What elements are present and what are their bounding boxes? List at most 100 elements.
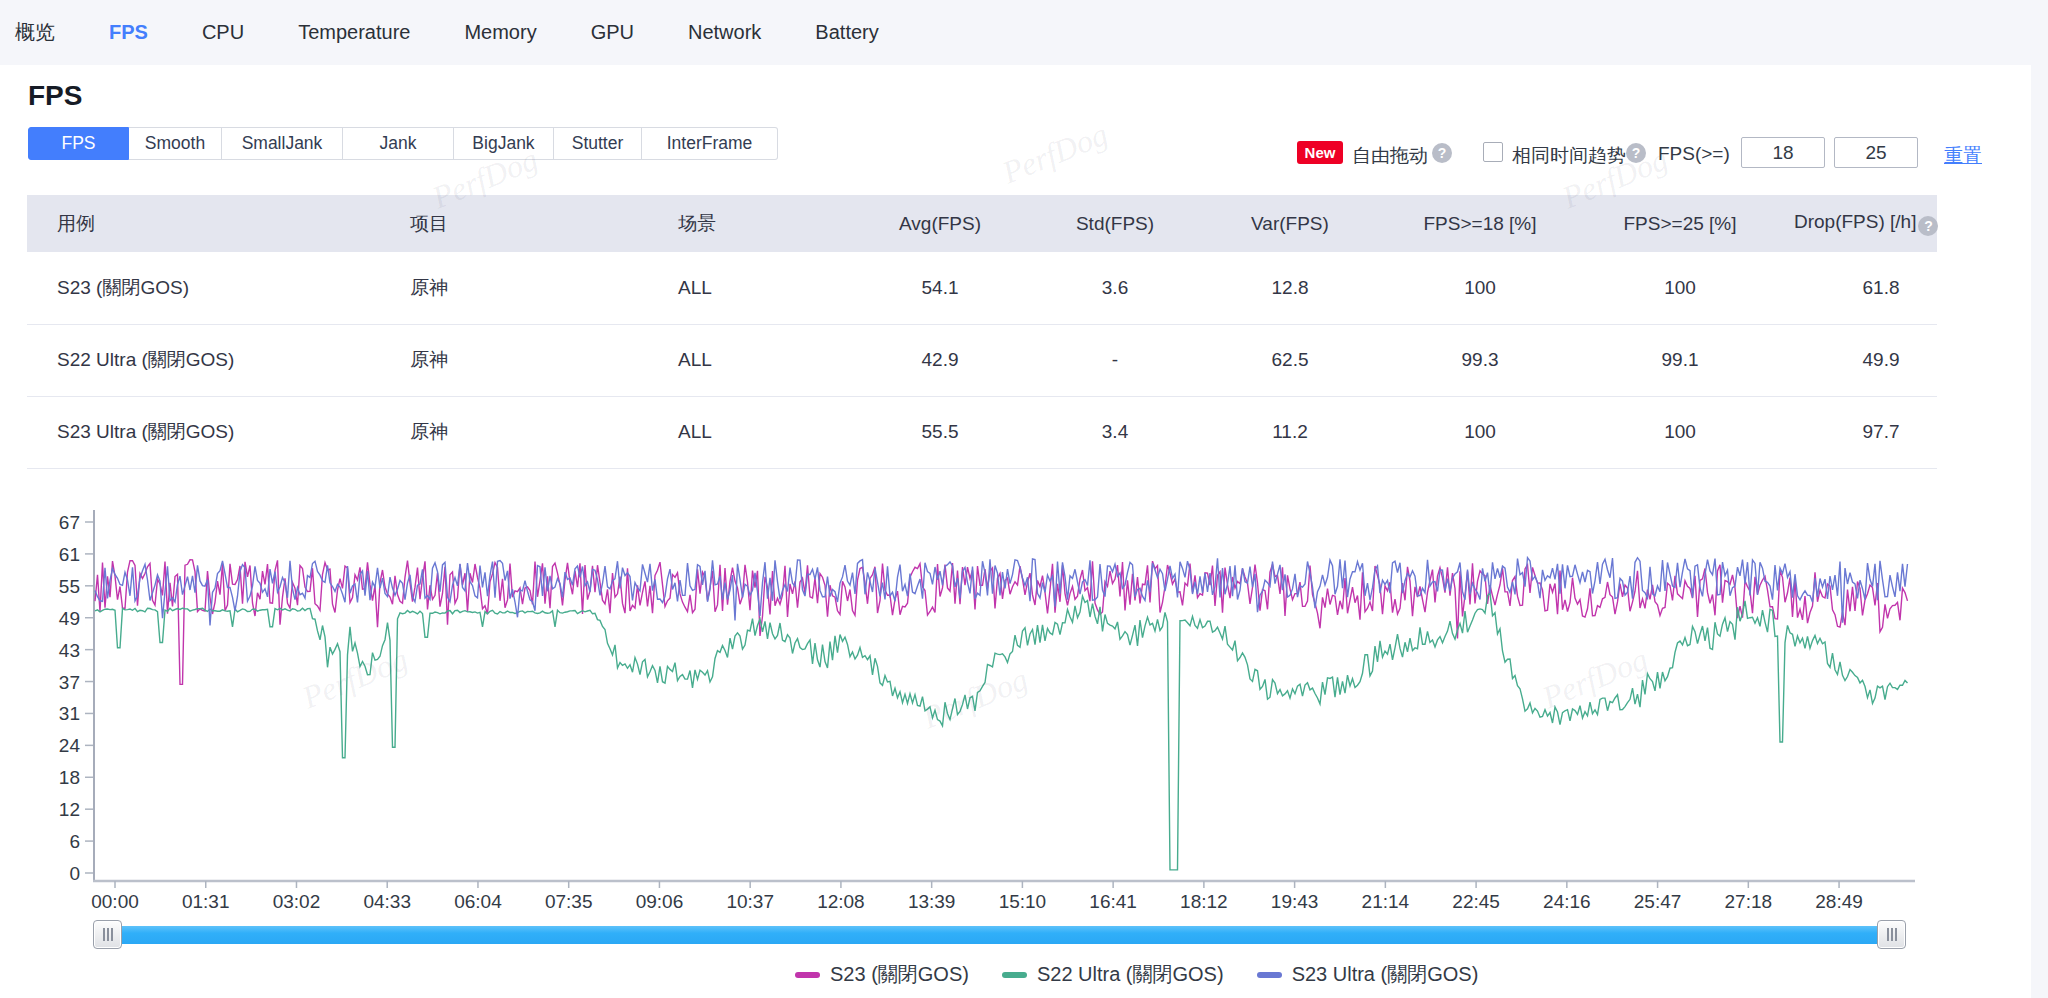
legend-item-2[interactable]: S23 Ultra (關閉GOS): [1257, 961, 1479, 988]
nav-item-overview-0[interactable]: 概览: [15, 19, 55, 46]
table-row-2: S23 Ultra (關閉GOS)原神ALL55.53.411.21001009…: [27, 396, 1937, 468]
fps-line-chart: 676155494337312418126000:0001:3103:0204:…: [0, 500, 1950, 920]
cell-r2-c6: 100: [1380, 396, 1580, 468]
cell-r2-c4: 3.4: [1030, 396, 1200, 468]
cell-r1-c6: 99.3: [1380, 324, 1580, 396]
y-tick-37: 37: [59, 672, 80, 693]
fps-threshold-label: FPS(>=): [1658, 143, 1730, 165]
cell-r0-c6: 100: [1380, 252, 1580, 324]
tab-stutter[interactable]: Stutter: [554, 127, 642, 160]
cell-r1-c2: ALL: [650, 324, 850, 396]
x-tick-1: 01:31: [182, 891, 230, 912]
series-line-1: [95, 593, 1908, 870]
same-time-trend-checkbox[interactable]: [1483, 142, 1503, 162]
reset-link[interactable]: 重置: [1944, 143, 1982, 169]
tab-smooth[interactable]: Smooth: [129, 127, 222, 160]
nav-item-fps[interactable]: FPS: [109, 21, 148, 44]
x-tick-6: 09:06: [636, 891, 684, 912]
nav-item-cpu[interactable]: CPU: [202, 21, 244, 44]
col-header-6: FPS>=18 [%]: [1380, 195, 1580, 252]
x-tick-19: 28:49: [1815, 891, 1863, 912]
x-tick-5: 07:35: [545, 891, 593, 912]
cell-r1-c1: 原神: [390, 324, 650, 396]
x-tick-17: 25:47: [1634, 891, 1682, 912]
same-time-trend-label: 相同时间趋势: [1512, 143, 1626, 169]
tab-jank[interactable]: Jank: [343, 127, 454, 160]
top-nav: 概览 FPS CPU Temperature Memory GPU Network Batte…: [0, 0, 2048, 65]
cell-r2-c0: S23 Ultra (關閉GOS): [27, 396, 390, 468]
chart-legend: S23 (關閉GOS) S22 Ultra (關閉GOS) S23 Ultra (關…: [795, 961, 1511, 988]
fps-low-input[interactable]: [1741, 137, 1825, 168]
cell-r1-c3: 42.9: [850, 324, 1030, 396]
legend-label-2: S23 Ultra (關閉GOS): [1292, 961, 1479, 988]
y-tick-43: 43: [59, 640, 80, 661]
col-header-4: Std(FPS): [1030, 195, 1200, 252]
tab-fps[interactable]: FPS: [28, 127, 129, 160]
x-tick-11: 16:41: [1089, 891, 1137, 912]
legend-swatch-2: [1257, 972, 1282, 978]
fps-high-input[interactable]: [1834, 137, 1918, 168]
x-tick-18: 27:18: [1725, 891, 1773, 912]
range-slider-left-handle[interactable]: [93, 920, 122, 949]
y-tick-49: 49: [59, 608, 80, 629]
page: 概览 FPS CPU Temperature Memory GPU Network Batte…: [0, 0, 2048, 998]
x-tick-9: 13:39: [908, 891, 956, 912]
tab-smalljank[interactable]: SmallJank: [222, 127, 343, 160]
x-tick-10: 15:10: [999, 891, 1047, 912]
x-tick-14: 21:14: [1362, 891, 1410, 912]
range-slider-track[interactable]: [122, 926, 1877, 944]
free-drag-label: 自由拖动: [1352, 143, 1428, 169]
tab-bigjank[interactable]: BigJank: [454, 127, 554, 160]
x-tick-16: 24:16: [1543, 891, 1591, 912]
y-tick-18: 18: [59, 767, 80, 788]
col-header-3: Avg(FPS): [850, 195, 1030, 252]
x-tick-4: 06:04: [454, 891, 502, 912]
nav-item-temperature[interactable]: Temperature: [298, 21, 410, 44]
cell-r0-c5: 12.8: [1200, 252, 1380, 324]
legend-swatch-0: [795, 972, 820, 978]
page-title: FPS: [28, 80, 82, 112]
table-header-row: 用例项目场景Avg(FPS)Std(FPS)Var(FPS)FPS>=18 [%…: [27, 195, 1937, 252]
cell-r0-c8: 61.8: [1780, 252, 1937, 324]
cell-r0-c7: 100: [1580, 252, 1780, 324]
cell-r1-c8: 49.9: [1780, 324, 1937, 396]
legend-item-0[interactable]: S23 (關閉GOS): [795, 961, 969, 988]
free-drag-help-icon[interactable]: ?: [1432, 143, 1452, 163]
same-time-trend-help-icon[interactable]: ?: [1626, 143, 1646, 163]
page-scrollbar-track[interactable]: [2031, 0, 2048, 998]
y-tick-61: 61: [59, 544, 80, 565]
watermark-1: PerfDog: [997, 116, 1113, 192]
cell-r2-c8: 97.7: [1780, 396, 1937, 468]
cell-r2-c3: 55.5: [850, 396, 1030, 468]
y-tick-31: 31: [59, 703, 80, 724]
tab-interframe[interactable]: InterFrame: [642, 127, 778, 160]
x-tick-13: 19:43: [1271, 891, 1319, 912]
cell-r0-c0: S23 (關閉GOS): [27, 252, 390, 324]
cell-r1-c0: S22 Ultra (關閉GOS): [27, 324, 390, 396]
cell-r0-c3: 54.1: [850, 252, 1030, 324]
col-header-7: FPS>=25 [%]: [1580, 195, 1780, 252]
drop-fps-help-icon[interactable]: ?: [1918, 216, 1938, 236]
legend-item-1[interactable]: S22 Ultra (關閉GOS): [1002, 961, 1224, 988]
y-tick-67: 67: [59, 512, 80, 533]
cell-r0-c1: 原神: [390, 252, 650, 324]
nav-item-gpu[interactable]: GPU: [591, 21, 634, 44]
legend-label-1: S22 Ultra (關閉GOS): [1037, 961, 1224, 988]
nav-item-memory[interactable]: Memory: [464, 21, 536, 44]
nav-item-battery[interactable]: Battery: [815, 21, 878, 44]
cell-r1-c5: 62.5: [1200, 324, 1380, 396]
y-tick-6: 6: [69, 831, 80, 852]
cell-r2-c1: 原神: [390, 396, 650, 468]
legend-label-0: S23 (關閉GOS): [830, 961, 969, 988]
x-tick-15: 22:45: [1452, 891, 1500, 912]
range-slider-right-handle[interactable]: [1877, 920, 1906, 949]
cell-r1-c4: -: [1030, 324, 1200, 396]
col-header-1: 项目: [390, 195, 650, 252]
nav-item-network[interactable]: Network: [688, 21, 761, 44]
metric-tabs: FPSSmoothSmallJankJankBigJankStutterInte…: [28, 127, 778, 160]
col-header-0: 用例: [27, 195, 390, 252]
x-tick-0: 00:00: [91, 891, 139, 912]
cell-r1-c7: 99.1: [1580, 324, 1780, 396]
stats-table: 用例项目场景Avg(FPS)Std(FPS)Var(FPS)FPS>=18 [%…: [27, 195, 1937, 469]
y-tick-0: 0: [69, 863, 80, 884]
